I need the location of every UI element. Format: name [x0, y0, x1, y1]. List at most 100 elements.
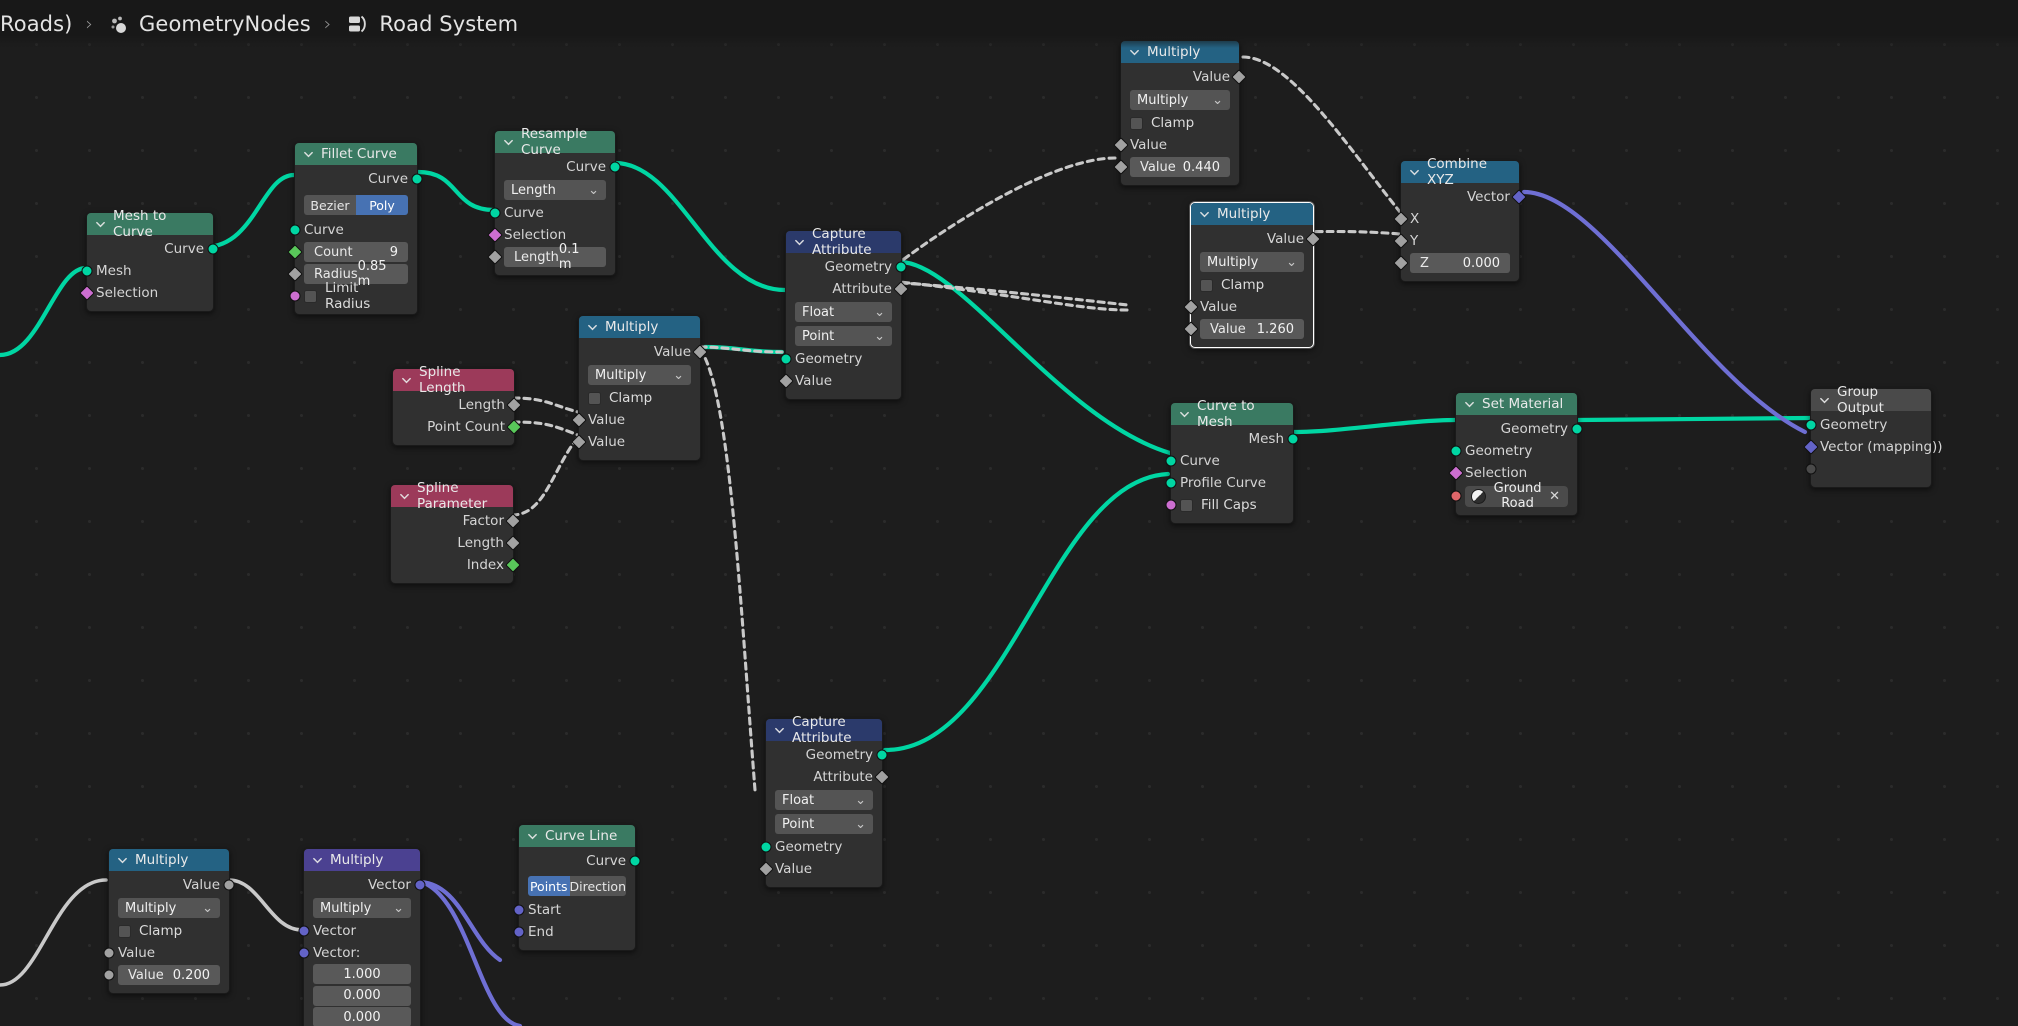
- chevron-down-icon[interactable]: [303, 149, 314, 160]
- socket-integer-in[interactable]: [287, 244, 303, 260]
- chevron-down-icon[interactable]: [503, 137, 514, 148]
- checkbox-icon[interactable]: [1180, 498, 1193, 512]
- breadcrumb-item-1[interactable]: GeometryNodes: [139, 12, 311, 36]
- node-multiply-selected[interactable]: Multiply Value Multiply ⌄ Clamp Value Va…: [1183, 202, 1321, 348]
- node-header[interactable]: Multiply: [579, 316, 700, 338]
- chevron-down-icon[interactable]: [1199, 209, 1210, 220]
- mode-toggle-bezier-poly[interactable]: Bezier Poly: [304, 195, 408, 215]
- socket-vector-out[interactable]: [414, 879, 426, 891]
- output-factor[interactable]: Factor: [391, 510, 521, 532]
- socket-float-in[interactable]: [103, 969, 115, 981]
- node-curve-to-mesh[interactable]: Curve to Mesh Mesh Curve Profile Curve F…: [1165, 398, 1299, 524]
- node-mesh-to-curve[interactable]: Mesh to Curve Curve Mesh Selection: [79, 208, 219, 312]
- socket-float-in[interactable]: [1183, 299, 1199, 315]
- input-vector-mapping[interactable]: Vector (mapping)): [1803, 436, 1943, 458]
- node-header[interactable]: Multiply: [304, 849, 420, 871]
- value-field[interactable]: Value 0.200: [118, 965, 220, 985]
- chevron-down-icon[interactable]: [1129, 47, 1140, 58]
- output-attribute[interactable]: Attribute: [786, 278, 909, 300]
- socket-float-out[interactable]: [692, 344, 708, 360]
- socket-geometry-in[interactable]: [1165, 455, 1177, 467]
- input-curve[interactable]: Curve: [1165, 450, 1293, 472]
- node-header[interactable]: Multiply: [1191, 203, 1313, 225]
- output-index[interactable]: Index: [391, 554, 521, 576]
- socket-float-in[interactable]: [1393, 255, 1409, 271]
- node-multiply-mid[interactable]: Multiply Value Multiply ⌄ Clamp Value Va…: [571, 315, 708, 461]
- output-mesh[interactable]: Mesh: [1171, 428, 1299, 450]
- resample-mode-dropdown[interactable]: Length ⌄: [504, 180, 606, 200]
- chevron-down-icon[interactable]: [794, 237, 805, 248]
- socket-float-out[interactable]: [1231, 69, 1247, 85]
- output-curve[interactable]: Curve: [295, 168, 423, 190]
- chevron-down-icon[interactable]: [527, 831, 538, 842]
- field-count[interactable]: Count 9: [287, 241, 417, 263]
- output-length[interactable]: Length: [393, 394, 522, 416]
- socket-boolean-in[interactable]: [1448, 465, 1464, 481]
- socket-boolean-in[interactable]: [487, 227, 503, 243]
- node-header[interactable]: Combine XYZ: [1401, 156, 1519, 188]
- node-spline-length[interactable]: Spline Length Length Point Count: [392, 364, 522, 446]
- node-fillet-curve[interactable]: Fillet Curve Curve Bezier Poly Curve Cou…: [287, 142, 423, 315]
- checkbox-clamp[interactable]: Clamp: [1191, 274, 1313, 296]
- checkbox-icon[interactable]: [1200, 278, 1213, 292]
- toggle-option-points[interactable]: Points: [528, 876, 570, 896]
- field-z[interactable]: Z 0.000: [1393, 252, 1519, 274]
- socket-float-out[interactable]: [874, 769, 890, 785]
- socket-geometry-out[interactable]: [207, 243, 219, 255]
- node-combine-xyz[interactable]: Combine XYZ Vector X Y Z 0.000: [1393, 156, 1527, 282]
- length-value-field[interactable]: Length 0.1 m: [504, 242, 606, 272]
- socket-float-in[interactable]: [758, 861, 774, 877]
- socket-geometry-out[interactable]: [876, 749, 888, 761]
- input-start[interactable]: Start: [513, 899, 635, 921]
- socket-float-out[interactable]: [1305, 231, 1321, 247]
- output-length[interactable]: Length: [391, 532, 521, 554]
- toggle-option-direction[interactable]: Direction: [569, 876, 626, 896]
- socket-vector-in[interactable]: [1803, 439, 1819, 455]
- node-multiply-top[interactable]: Multiply Value Multiply ⌄ Clamp Value Va…: [1113, 40, 1247, 186]
- socket-float-in[interactable]: [487, 249, 503, 265]
- chevron-down-icon[interactable]: [312, 855, 323, 866]
- socket-geometry-out[interactable]: [1571, 423, 1583, 435]
- socket-float-in[interactable]: [287, 266, 303, 282]
- input-curve[interactable]: Curve: [489, 202, 615, 224]
- input-mesh[interactable]: Mesh: [81, 260, 213, 282]
- socket-boolean-in[interactable]: [79, 285, 95, 301]
- checkbox-fill-caps[interactable]: Fill Caps: [1165, 494, 1293, 516]
- field-value[interactable]: Value 0.200: [103, 964, 229, 986]
- socket-float-out[interactable]: [505, 513, 521, 529]
- socket-integer-out[interactable]: [505, 557, 521, 573]
- domain-dropdown[interactable]: Point ⌄: [775, 814, 873, 834]
- input-geometry[interactable]: Geometry: [760, 836, 882, 858]
- socket-vector-in[interactable]: [298, 925, 310, 937]
- input-curve[interactable]: Curve: [289, 219, 417, 241]
- output-value[interactable]: Value: [109, 874, 235, 896]
- socket-vector-in[interactable]: [298, 947, 310, 959]
- socket-float-in[interactable]: [1393, 211, 1409, 227]
- socket-float-out[interactable]: [893, 281, 909, 297]
- input-vector-1[interactable]: Vector: [298, 920, 420, 942]
- chevron-down-icon[interactable]: [1409, 167, 1420, 178]
- node-header[interactable]: Group Output: [1811, 384, 1931, 416]
- socket-geometry-out[interactable]: [895, 261, 907, 273]
- input-vector-2[interactable]: Vector:: [298, 942, 420, 964]
- input-y[interactable]: Y: [1393, 230, 1519, 252]
- node-header[interactable]: Capture Attribute: [766, 714, 882, 746]
- checkbox-clamp[interactable]: Clamp: [579, 387, 700, 409]
- checkbox-icon[interactable]: [588, 391, 601, 405]
- socket-float-out[interactable]: [506, 397, 522, 413]
- output-attribute[interactable]: Attribute: [766, 766, 890, 788]
- operation-dropdown[interactable]: Multiply ⌄: [118, 898, 220, 918]
- breadcrumb-item-2[interactable]: Road System: [379, 12, 518, 36]
- socket-geometry-in[interactable]: [1450, 445, 1462, 457]
- socket-geometry-in[interactable]: [81, 265, 93, 277]
- vector-y-field[interactable]: 0.000: [313, 985, 411, 1006]
- toggle-option-poly[interactable]: Poly: [356, 195, 408, 215]
- output-vector[interactable]: Vector: [304, 874, 426, 896]
- input-end[interactable]: End: [513, 921, 635, 943]
- socket-integer-out[interactable]: [506, 419, 522, 435]
- input-value[interactable]: Value: [758, 858, 882, 880]
- checkbox-limit-radius[interactable]: Limit Radius: [289, 280, 417, 312]
- socket-geometry-in[interactable]: [760, 841, 772, 853]
- socket-geometry-in[interactable]: [1805, 419, 1817, 431]
- output-geometry[interactable]: Geometry: [766, 744, 888, 766]
